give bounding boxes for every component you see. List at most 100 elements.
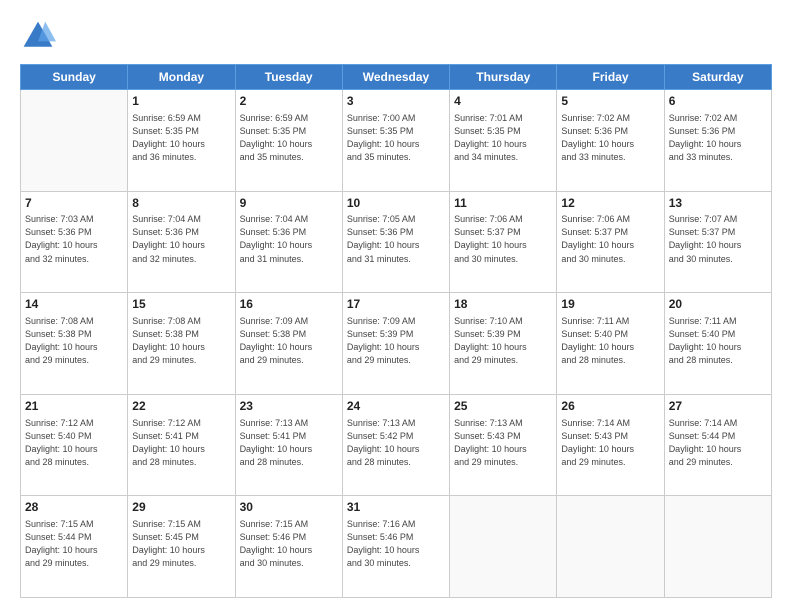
day-number: 29 (132, 499, 230, 516)
calendar-cell: 1 Sunrise: 6:59 AM Sunset: 5:35 PM Daylig… (128, 90, 235, 192)
day-number: 17 (347, 296, 445, 313)
day-info: Sunrise: 7:10 AM Sunset: 5:39 PM Dayligh… (454, 315, 552, 367)
page: SundayMondayTuesdayWednesdayThursdayFrid… (0, 0, 792, 612)
day-info: Sunrise: 6:59 AM Sunset: 5:35 PM Dayligh… (132, 112, 230, 164)
day-number: 20 (669, 296, 767, 313)
calendar-cell: 2 Sunrise: 6:59 AM Sunset: 5:35 PM Daylig… (235, 90, 342, 192)
day-number: 24 (347, 398, 445, 415)
day-number: 27 (669, 398, 767, 415)
day-info: Sunrise: 7:01 AM Sunset: 5:35 PM Dayligh… (454, 112, 552, 164)
calendar-week-row: 21 Sunrise: 7:12 AM Sunset: 5:40 PM Dayli… (21, 394, 772, 496)
day-info: Sunrise: 7:04 AM Sunset: 5:36 PM Dayligh… (132, 213, 230, 265)
day-number: 30 (240, 499, 338, 516)
calendar-cell (21, 90, 128, 192)
day-info: Sunrise: 7:13 AM Sunset: 5:42 PM Dayligh… (347, 417, 445, 469)
calendar-cell: 23 Sunrise: 7:13 AM Sunset: 5:41 PM Dayli… (235, 394, 342, 496)
calendar-cell: 18 Sunrise: 7:10 AM Sunset: 5:39 PM Dayli… (450, 293, 557, 395)
weekday-header: Monday (128, 65, 235, 90)
calendar-cell: 9Sunrise: 7:04 AM Sunset: 5:36 PM Daylig… (235, 191, 342, 293)
calendar-cell: 30 Sunrise: 7:15 AM Sunset: 5:46 PM Dayli… (235, 496, 342, 598)
day-info: Sunrise: 7:00 AM Sunset: 5:35 PM Dayligh… (347, 112, 445, 164)
weekday-header-row: SundayMondayTuesdayWednesdayThursdayFrid… (21, 65, 772, 90)
calendar-week-row: 7Sunrise: 7:03 AM Sunset: 5:36 PM Daylig… (21, 191, 772, 293)
weekday-header: Thursday (450, 65, 557, 90)
calendar-cell (664, 496, 771, 598)
calendar-cell: 11Sunrise: 7:06 AM Sunset: 5:37 PM Dayli… (450, 191, 557, 293)
calendar-cell: 28Sunrise: 7:15 AM Sunset: 5:44 PM Dayli… (21, 496, 128, 598)
calendar-cell: 31 Sunrise: 7:16 AM Sunset: 5:46 PM Dayli… (342, 496, 449, 598)
calendar-cell: 12Sunrise: 7:06 AM Sunset: 5:37 PM Dayli… (557, 191, 664, 293)
day-info: Sunrise: 7:13 AM Sunset: 5:43 PM Dayligh… (454, 417, 552, 469)
calendar-cell: 15 Sunrise: 7:08 AM Sunset: 5:38 PM Dayli… (128, 293, 235, 395)
day-info: Sunrise: 7:08 AM Sunset: 5:38 PM Dayligh… (132, 315, 230, 367)
calendar-cell: 6Sunrise: 7:02 AM Sunset: 5:36 PM Daylig… (664, 90, 771, 192)
day-number: 4 (454, 93, 552, 110)
calendar-cell: 26Sunrise: 7:14 AM Sunset: 5:43 PM Dayli… (557, 394, 664, 496)
day-number: 11 (454, 195, 552, 212)
day-info: Sunrise: 7:16 AM Sunset: 5:46 PM Dayligh… (347, 518, 445, 570)
day-info: Sunrise: 7:14 AM Sunset: 5:44 PM Dayligh… (669, 417, 767, 469)
day-info: Sunrise: 7:14 AM Sunset: 5:43 PM Dayligh… (561, 417, 659, 469)
day-number: 12 (561, 195, 659, 212)
day-number: 2 (240, 93, 338, 110)
weekday-header: Wednesday (342, 65, 449, 90)
calendar-cell: 14 Sunrise: 7:08 AM Sunset: 5:38 PM Dayli… (21, 293, 128, 395)
weekday-header: Sunday (21, 65, 128, 90)
logo-icon (20, 18, 56, 54)
day-number: 1 (132, 93, 230, 110)
logo (20, 18, 58, 54)
day-info: Sunrise: 7:12 AM Sunset: 5:41 PM Dayligh… (132, 417, 230, 469)
calendar-week-row: 28Sunrise: 7:15 AM Sunset: 5:44 PM Dayli… (21, 496, 772, 598)
day-number: 8 (132, 195, 230, 212)
calendar-week-row: 14 Sunrise: 7:08 AM Sunset: 5:38 PM Dayli… (21, 293, 772, 395)
day-info: Sunrise: 7:04 AM Sunset: 5:36 PM Dayligh… (240, 213, 338, 265)
day-number: 25 (454, 398, 552, 415)
day-number: 18 (454, 296, 552, 313)
day-number: 23 (240, 398, 338, 415)
day-info: Sunrise: 7:09 AM Sunset: 5:38 PM Dayligh… (240, 315, 338, 367)
header (20, 18, 772, 54)
calendar-cell (450, 496, 557, 598)
day-info: Sunrise: 7:05 AM Sunset: 5:36 PM Dayligh… (347, 213, 445, 265)
day-info: Sunrise: 7:13 AM Sunset: 5:41 PM Dayligh… (240, 417, 338, 469)
day-number: 13 (669, 195, 767, 212)
calendar-cell: 7Sunrise: 7:03 AM Sunset: 5:36 PM Daylig… (21, 191, 128, 293)
calendar-cell: 21 Sunrise: 7:12 AM Sunset: 5:40 PM Dayli… (21, 394, 128, 496)
day-number: 16 (240, 296, 338, 313)
day-number: 9 (240, 195, 338, 212)
day-number: 31 (347, 499, 445, 516)
calendar-cell: 10Sunrise: 7:05 AM Sunset: 5:36 PM Dayli… (342, 191, 449, 293)
day-info: Sunrise: 7:11 AM Sunset: 5:40 PM Dayligh… (669, 315, 767, 367)
day-info: Sunrise: 7:12 AM Sunset: 5:40 PM Dayligh… (25, 417, 123, 469)
calendar-cell: 4 Sunrise: 7:01 AM Sunset: 5:35 PM Daylig… (450, 90, 557, 192)
day-number: 14 (25, 296, 123, 313)
day-number: 21 (25, 398, 123, 415)
day-info: Sunrise: 7:11 AM Sunset: 5:40 PM Dayligh… (561, 315, 659, 367)
day-info: Sunrise: 6:59 AM Sunset: 5:35 PM Dayligh… (240, 112, 338, 164)
day-number: 15 (132, 296, 230, 313)
calendar-cell: 29 Sunrise: 7:15 AM Sunset: 5:45 PM Dayli… (128, 496, 235, 598)
day-info: Sunrise: 7:15 AM Sunset: 5:45 PM Dayligh… (132, 518, 230, 570)
day-number: 19 (561, 296, 659, 313)
calendar-cell: 19 Sunrise: 7:11 AM Sunset: 5:40 PM Dayli… (557, 293, 664, 395)
day-info: Sunrise: 7:06 AM Sunset: 5:37 PM Dayligh… (454, 213, 552, 265)
calendar-week-row: 1 Sunrise: 6:59 AM Sunset: 5:35 PM Daylig… (21, 90, 772, 192)
day-info: Sunrise: 7:02 AM Sunset: 5:36 PM Dayligh… (669, 112, 767, 164)
day-number: 5 (561, 93, 659, 110)
day-number: 7 (25, 195, 123, 212)
day-number: 28 (25, 499, 123, 516)
day-info: Sunrise: 7:15 AM Sunset: 5:46 PM Dayligh… (240, 518, 338, 570)
day-number: 10 (347, 195, 445, 212)
calendar-cell: 5Sunrise: 7:02 AM Sunset: 5:36 PM Daylig… (557, 90, 664, 192)
day-info: Sunrise: 7:08 AM Sunset: 5:38 PM Dayligh… (25, 315, 123, 367)
day-info: Sunrise: 7:09 AM Sunset: 5:39 PM Dayligh… (347, 315, 445, 367)
weekday-header: Friday (557, 65, 664, 90)
day-number: 3 (347, 93, 445, 110)
day-info: Sunrise: 7:07 AM Sunset: 5:37 PM Dayligh… (669, 213, 767, 265)
calendar-cell: 16 Sunrise: 7:09 AM Sunset: 5:38 PM Dayli… (235, 293, 342, 395)
day-number: 22 (132, 398, 230, 415)
weekday-header: Tuesday (235, 65, 342, 90)
calendar-cell: 24 Sunrise: 7:13 AM Sunset: 5:42 PM Dayli… (342, 394, 449, 496)
calendar-cell: 20 Sunrise: 7:11 AM Sunset: 5:40 PM Dayli… (664, 293, 771, 395)
calendar-cell: 8Sunrise: 7:04 AM Sunset: 5:36 PM Daylig… (128, 191, 235, 293)
